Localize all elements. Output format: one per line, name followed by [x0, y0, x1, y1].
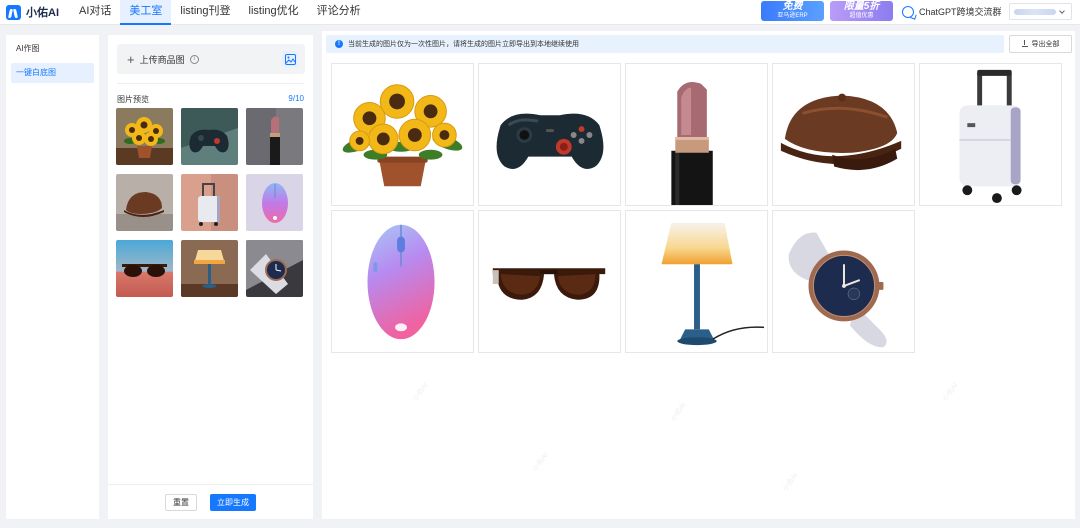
nav-listing-optimize[interactable]: listing优化	[240, 0, 308, 25]
promo-discount-subtitle: 超值优惠	[849, 13, 874, 19]
chatgpt-group-label: ChatGPT跨境交流群	[919, 7, 1002, 17]
panel-footer: 重置 立即生成	[108, 484, 313, 519]
thumb-table-lamp[interactable]	[181, 240, 238, 297]
user-name-blurred	[1014, 8, 1056, 15]
panel-divider	[117, 83, 304, 84]
result-game-controller[interactable]	[478, 63, 621, 206]
result-lipstick[interactable]	[625, 63, 768, 206]
watermark: 小佑AI	[781, 471, 800, 493]
chatgpt-group-link[interactable]: ChatGPT跨境交流群	[902, 5, 1002, 18]
sidebar-item-white-background[interactable]: 一键白底图	[11, 63, 94, 83]
sidebar: AI作图 一键白底图	[6, 35, 99, 519]
result-suitcase[interactable]	[919, 63, 1062, 206]
logo-icon	[6, 4, 21, 20]
promo-discount-title: 限量5折	[843, 1, 880, 12]
user-menu[interactable]	[1009, 3, 1072, 20]
upload-panel: + 上传商品图 i 图片预览 9/10 重置 立即生成	[108, 35, 313, 519]
export-all-label: 导出全部	[1031, 41, 1060, 48]
thumb-wristwatch[interactable]	[246, 240, 303, 297]
main-nav: AI对话 美工室 listing刊登 listing优化 评论分析	[70, 0, 370, 25]
result-sunflowers[interactable]	[331, 63, 474, 206]
watermark: 小佑AI	[669, 401, 688, 423]
promo-free-erp-banner[interactable]: 免费 亚马逊ERP	[761, 1, 824, 21]
result-grid	[331, 63, 1062, 353]
result-computer-mouse[interactable]	[331, 210, 474, 353]
info-icon: !	[335, 40, 343, 48]
upload-product-image[interactable]: + 上传商品图 i	[117, 44, 305, 74]
chat-bubble-icon	[902, 5, 914, 18]
result-wristwatch[interactable]	[772, 210, 915, 353]
download-icon	[1021, 40, 1028, 47]
thumb-game-controller[interactable]	[181, 108, 238, 165]
app-name: 小佑AI	[26, 7, 59, 19]
app-logo[interactable]: 小佑AI	[6, 4, 59, 20]
thumb-sunflowers[interactable]	[116, 108, 173, 165]
promo-discount-banner[interactable]: 限量5折 超值优惠	[830, 1, 893, 21]
export-all-button[interactable]: 导出全部	[1009, 35, 1072, 53]
nav-art-studio[interactable]: 美工室	[120, 0, 172, 25]
nav-listing-publish[interactable]: listing刊登	[171, 0, 239, 25]
preview-title: 图片预览	[117, 95, 149, 104]
thumb-computer-mouse[interactable]	[246, 174, 303, 231]
plus-icon: +	[127, 51, 135, 67]
nav-review-analysis[interactable]: 评论分析	[308, 0, 370, 25]
generate-button[interactable]: 立即生成	[210, 493, 256, 511]
watermark: 小佑AI	[531, 451, 550, 473]
preview-thumbnails	[116, 108, 305, 297]
info-icon[interactable]: i	[189, 54, 199, 64]
thumb-suitcase[interactable]	[181, 174, 238, 231]
thumb-lipstick[interactable]	[246, 108, 303, 165]
thumb-leather-cap[interactable]	[116, 174, 173, 231]
watermark: 小佑AI	[411, 381, 430, 403]
upload-label: 上传商品图	[139, 54, 185, 65]
notice-text: 当前生成的图片仅为一次性图片，请将生成的图片立即导出到本地继续使用	[348, 41, 579, 48]
chevron-down-icon	[1059, 7, 1065, 14]
results-area: 小佑AI 小佑AI 小佑AI 小佑AI 小佑AI 小佑AI 小佑AI ! 当前生…	[322, 31, 1075, 519]
result-table-lamp[interactable]	[625, 210, 768, 353]
nav-ai-chat[interactable]: AI对话	[70, 0, 120, 25]
watermark: 小佑AI	[941, 381, 960, 403]
result-sunglasses[interactable]	[478, 210, 621, 353]
image-upload-icon[interactable]	[282, 51, 298, 67]
result-leather-cap[interactable]	[772, 63, 915, 206]
promo-free-title: 免费	[782, 1, 803, 12]
notice-bar: ! 当前生成的图片仅为一次性图片，请将生成的图片立即导出到本地继续使用	[326, 35, 1004, 53]
reset-button[interactable]: 重置	[165, 493, 197, 511]
top-bar: 小佑AI AI对话 美工室 listing刊登 listing优化 评论分析 免…	[0, 0, 1080, 25]
thumb-sunglasses[interactable]	[116, 240, 173, 297]
sidebar-item-ai-drawing[interactable]: AI作图	[11, 39, 94, 59]
promo-free-subtitle: 亚马逊ERP	[777, 13, 808, 19]
preview-count: 9/10	[288, 94, 304, 103]
